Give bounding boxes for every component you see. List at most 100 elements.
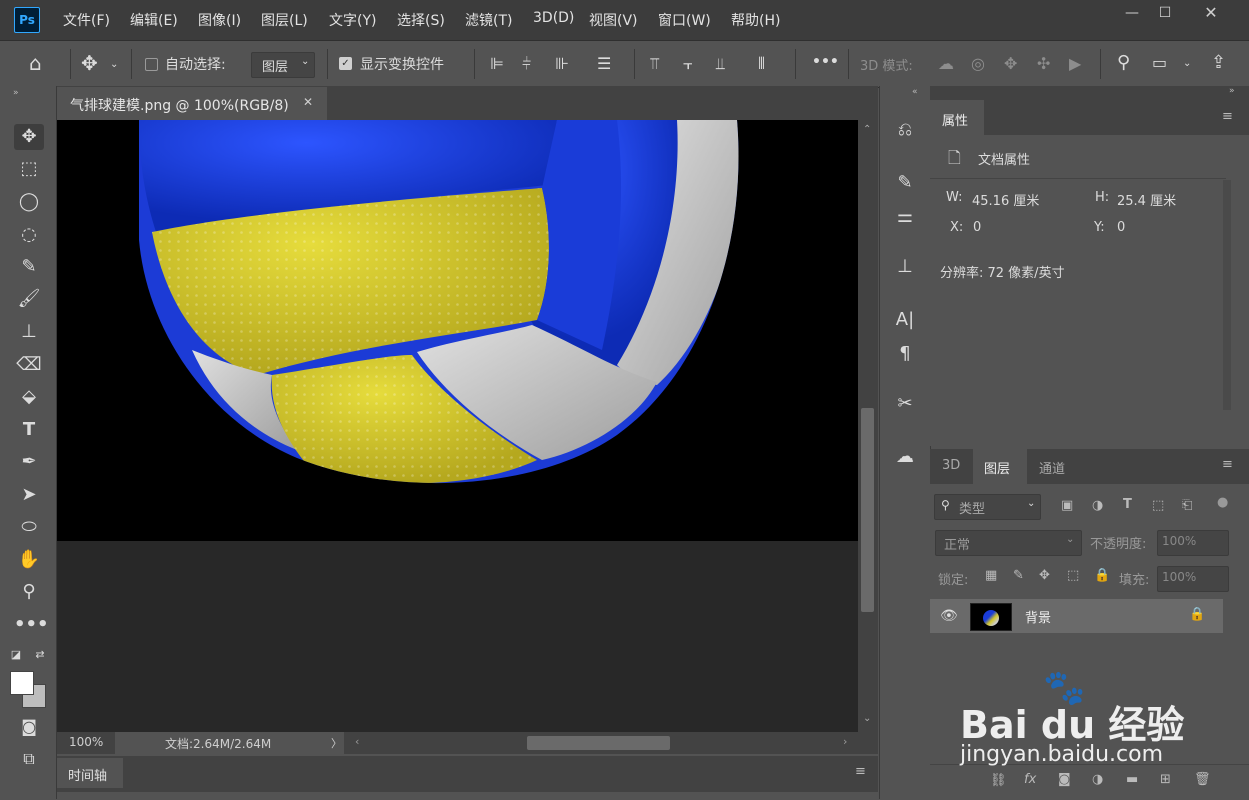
- menu-file[interactable]: 文件(F): [63, 10, 110, 30]
- document-canvas[interactable]: [57, 120, 858, 541]
- auto-select-target-dropdown[interactable]: 图层 ⌄: [251, 52, 315, 78]
- menu-filter[interactable]: 滤镜(T): [465, 10, 512, 30]
- y-value[interactable]: 0: [1117, 220, 1125, 235]
- align-bottom-icon[interactable]: ⫫: [716, 54, 725, 74]
- width-value[interactable]: 45.16 厘米: [972, 190, 1039, 209]
- path-select-tool-icon[interactable]: ➤: [14, 482, 44, 508]
- scroll-up-icon[interactable]: ⌃: [863, 124, 871, 135]
- panel-menu-icon[interactable]: ≡: [1222, 109, 1233, 124]
- brush-settings-icon[interactable]: ✎: [892, 170, 918, 196]
- zoom-level[interactable]: 100%: [69, 735, 103, 749]
- document-tab[interactable]: 气排球建模.png @ 100%(RGB/8) ✕: [57, 87, 327, 120]
- blend-mode-dropdown[interactable]: 正常 ⌄: [935, 530, 1082, 556]
- x-value[interactable]: 0: [973, 220, 981, 235]
- lock-image-icon[interactable]: ✎: [1013, 568, 1024, 583]
- show-transform-checkbox[interactable]: ✓: [339, 57, 352, 70]
- eraser-tool-icon[interactable]: ⌫: [14, 352, 44, 378]
- home-icon[interactable]: ⌂: [29, 53, 42, 73]
- layer-name[interactable]: 背景: [1025, 607, 1051, 626]
- 3d-orbit-icon[interactable]: ☁: [938, 54, 954, 74]
- canvas-area[interactable]: [57, 120, 858, 732]
- adjustments-icon[interactable]: ⚌: [892, 204, 918, 230]
- filter-toggle-icon[interactable]: ●: [1217, 495, 1228, 510]
- align-right-icon[interactable]: ⊪: [555, 54, 569, 74]
- filter-kind-dropdown[interactable]: ⚲ 类型 ⌄: [934, 494, 1041, 520]
- menu-view[interactable]: 视图(V): [589, 10, 638, 30]
- 3d-slide-icon[interactable]: ✣: [1037, 54, 1050, 74]
- more-options-button[interactable]: •••: [812, 54, 839, 70]
- quick-mask-icon[interactable]: ◙: [14, 714, 44, 740]
- stamp-tool-icon[interactable]: ⊥: [14, 319, 44, 345]
- menu-select[interactable]: 选择(S): [397, 10, 445, 30]
- panel-menu-icon[interactable]: ≡: [1222, 457, 1233, 472]
- collapse-toolbox-icon[interactable]: »: [13, 88, 19, 98]
- zoom-tool-icon[interactable]: ⚲: [14, 579, 44, 605]
- lock-artboard-icon[interactable]: ⬚: [1067, 568, 1079, 583]
- tab-properties[interactable]: 属性: [930, 100, 984, 135]
- screen-mode-icon[interactable]: ⧉: [14, 746, 44, 772]
- filter-adjustment-icon[interactable]: ◑: [1092, 498, 1103, 513]
- paint-bucket-tool-icon[interactable]: ⬙: [14, 384, 44, 410]
- search-icon[interactable]: ⚲: [1117, 53, 1130, 73]
- hand-tool-icon[interactable]: ✋: [14, 547, 44, 573]
- distribute-horizontal-icon[interactable]: ⦀: [758, 54, 765, 74]
- lasso-tool-icon[interactable]: ◯: [14, 189, 44, 215]
- 3d-scale-icon[interactable]: ▶: [1069, 54, 1081, 74]
- tab-3d[interactable]: 3D: [942, 458, 960, 473]
- scroll-left-icon[interactable]: ‹: [355, 735, 359, 748]
- menu-image[interactable]: 图像(I): [198, 10, 241, 30]
- height-value[interactable]: 25.4 厘米: [1117, 190, 1176, 209]
- distribute-vertical-icon[interactable]: ☰: [597, 54, 611, 74]
- brush-tool-icon[interactable]: 🖌: [14, 286, 44, 312]
- menu-edit[interactable]: 编辑(E): [130, 10, 178, 30]
- status-menu-arrow[interactable]: 〉: [331, 735, 342, 751]
- character-panel-icon[interactable]: A|: [892, 307, 918, 333]
- filter-pixel-icon[interactable]: ▣: [1061, 498, 1073, 513]
- maximize-button[interactable]: ☐: [1148, 3, 1182, 23]
- type-tool-icon[interactable]: T: [14, 417, 44, 443]
- menu-layer[interactable]: 图层(L): [261, 10, 308, 30]
- move-tool-icon[interactable]: ✥: [81, 53, 98, 73]
- marquee-tool-icon[interactable]: ⬚: [14, 156, 44, 182]
- more-tools-icon[interactable]: •••: [14, 612, 49, 638]
- share-icon[interactable]: ⇪: [1211, 53, 1226, 73]
- quick-select-tool-icon[interactable]: ◌: [14, 222, 44, 248]
- vertical-scroll-thumb[interactable]: [861, 408, 874, 612]
- scroll-right-icon[interactable]: ›: [843, 735, 847, 748]
- chevron-down-icon[interactable]: ⌄: [1183, 54, 1191, 74]
- menu-help[interactable]: 帮助(H): [731, 10, 780, 30]
- 3d-pan-icon[interactable]: ✥: [1004, 54, 1017, 74]
- paragraph-panel-icon[interactable]: ¶: [892, 341, 918, 367]
- move-tool-icon[interactable]: ✥: [14, 124, 44, 150]
- layer-row[interactable]: 👁 背景 🔒: [930, 599, 1223, 633]
- libraries-icon[interactable]: ☁: [892, 444, 918, 470]
- menu-type[interactable]: 文字(Y): [329, 10, 376, 30]
- tab-channels[interactable]: 通道: [1039, 458, 1065, 477]
- collapse-dock-icon[interactable]: «: [912, 87, 918, 97]
- default-colors-icon[interactable]: ◪: [6, 642, 26, 668]
- filter-smart-object-icon[interactable]: ⎗: [1182, 498, 1192, 513]
- properties-scrollbar[interactable]: [1223, 180, 1231, 410]
- 3d-roll-icon[interactable]: ◎: [971, 54, 985, 74]
- swap-colors-icon[interactable]: ⇄: [30, 642, 50, 668]
- align-hcenter-icon[interactable]: ⫩: [522, 54, 531, 74]
- menu-window[interactable]: 窗口(W): [658, 10, 711, 30]
- filter-type-icon[interactable]: T: [1123, 497, 1132, 512]
- tool-presets-icon[interactable]: ✂: [892, 391, 918, 417]
- filter-shape-icon[interactable]: ⬚: [1152, 498, 1164, 513]
- chevron-down-icon[interactable]: ⌄: [110, 55, 118, 75]
- pen-tool-icon[interactable]: ✒: [14, 449, 44, 475]
- align-left-icon[interactable]: ⊫: [490, 54, 504, 74]
- lock-transparent-icon[interactable]: ▦: [985, 568, 997, 583]
- vertical-scrollbar[interactable]: ⌃ ⌄: [858, 120, 878, 732]
- auto-select-checkbox[interactable]: [145, 58, 158, 71]
- tab-layers[interactable]: 图层: [973, 449, 1027, 484]
- clone-source-icon[interactable]: ⊥: [892, 254, 918, 280]
- close-tab-icon[interactable]: ✕: [303, 95, 313, 109]
- eyedropper-tool-icon[interactable]: ✎: [14, 254, 44, 280]
- timeline-tab[interactable]: 时间轴: [57, 758, 123, 788]
- workspace-icon[interactable]: ▭: [1152, 53, 1167, 73]
- horizontal-scroll-thumb[interactable]: [527, 736, 670, 750]
- eye-visibility-icon[interactable]: 👁: [940, 608, 958, 624]
- menu-3d[interactable]: 3D(D): [533, 10, 574, 26]
